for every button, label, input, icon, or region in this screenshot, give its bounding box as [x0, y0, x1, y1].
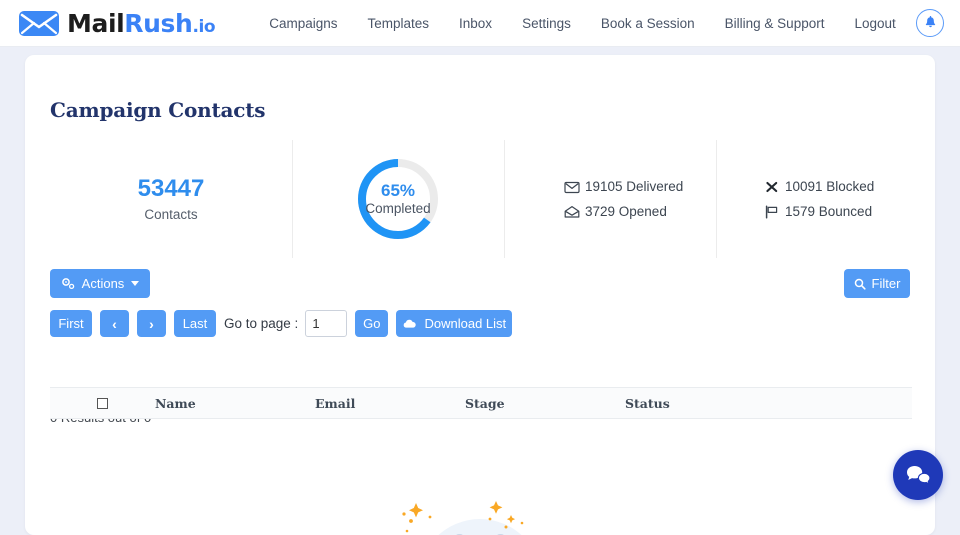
column-header-email[interactable]: Email: [315, 396, 465, 411]
stat-delivery: 19105 Delivered 3729 Opened: [504, 140, 716, 258]
empty-calendar-illustration: [380, 486, 580, 535]
prev-page-button[interactable]: ‹: [100, 310, 129, 337]
completion-label: Completed: [365, 201, 430, 216]
first-page-button[interactable]: First: [50, 310, 92, 337]
go-button[interactable]: Go: [355, 310, 388, 337]
download-list-label: Download List: [424, 316, 506, 331]
gears-icon: [61, 277, 75, 290]
opened-text: 3729 Opened: [585, 204, 667, 219]
notifications: [916, 9, 944, 37]
times-icon: [764, 180, 780, 194]
top-navbar: MailRush.io Campaigns Templates Inbox Se…: [0, 0, 960, 47]
brand-tld: .io: [192, 17, 215, 37]
completion-donut-chart: 65% Completed: [355, 156, 441, 242]
filter-button[interactable]: Filter: [844, 269, 910, 298]
column-header-stage[interactable]: Stage: [465, 396, 625, 411]
goto-page-label: Go to page :: [224, 316, 298, 331]
bell-icon: [924, 16, 937, 30]
next-page-button[interactable]: ›: [137, 310, 166, 337]
delivered-text: 19105 Delivered: [585, 179, 683, 194]
contacts-label: Contacts: [144, 207, 197, 222]
stats-summary: 53447 Contacts 65% Completed: [50, 140, 912, 258]
content-card: Campaign Contacts 53447 Contacts 65% Com…: [25, 55, 935, 535]
page-title: Campaign Contacts: [50, 98, 935, 122]
last-page-button[interactable]: Last: [174, 310, 216, 337]
contacts-value: 53447: [138, 176, 205, 202]
delivered-row: 19105 Delivered: [564, 179, 683, 194]
column-header-status[interactable]: Status: [625, 396, 785, 411]
envelope-open-icon: [564, 205, 580, 219]
donut-center-label: 65% Completed: [355, 156, 441, 242]
nav-item-templates[interactable]: Templates: [353, 16, 445, 31]
actions-label: Actions: [82, 276, 125, 291]
completion-percent: 65%: [381, 182, 415, 201]
envelope-closed-icon: [564, 180, 580, 194]
chevron-down-icon: [131, 281, 139, 286]
nav-links: Campaigns Templates Inbox Settings Book …: [254, 16, 911, 31]
actions-button[interactable]: Actions: [50, 269, 150, 298]
stat-issues: 10091 Blocked 1579 Bounced: [716, 140, 912, 258]
blocked-row: 10091 Blocked: [764, 179, 874, 194]
notification-button[interactable]: [916, 9, 944, 37]
bounced-text: 1579 Bounced: [785, 204, 872, 219]
nav-item-campaigns[interactable]: Campaigns: [254, 16, 352, 31]
brand-part2: Rush: [124, 9, 192, 38]
pagination-toolbar: First ‹ › Last Go to page : Go Download …: [50, 310, 512, 337]
search-icon: [854, 278, 866, 290]
goto-page-input[interactable]: [305, 310, 347, 337]
column-select-all: [50, 398, 155, 409]
brand-part1: Mail: [67, 9, 124, 38]
opened-row: 3729 Opened: [564, 204, 667, 219]
select-all-checkbox[interactable]: [97, 398, 108, 409]
nav-item-billing-support[interactable]: Billing & Support: [710, 16, 840, 31]
column-header-name[interactable]: Name: [155, 396, 315, 411]
nav-item-logout[interactable]: Logout: [839, 16, 910, 31]
download-list-button[interactable]: Download List: [396, 310, 512, 337]
brand-name: MailRush.io: [67, 9, 215, 38]
envelope-icon: [18, 9, 60, 38]
blocked-text: 10091 Blocked: [785, 179, 874, 194]
nav-item-book-a-session[interactable]: Book a Session: [586, 16, 710, 31]
stat-completion: 65% Completed: [292, 140, 504, 258]
chat-bubbles-icon: [905, 464, 932, 486]
flag-icon: [764, 205, 780, 219]
bounced-row: 1579 Bounced: [764, 204, 872, 219]
nav-item-settings[interactable]: Settings: [507, 16, 586, 31]
chat-widget-button[interactable]: [893, 450, 943, 500]
brand-logo-link[interactable]: MailRush.io: [18, 9, 215, 38]
nav-item-inbox[interactable]: Inbox: [444, 16, 507, 31]
empty-state-illustration: [380, 486, 580, 535]
filter-label: Filter: [872, 276, 901, 291]
table-header-row: Name Email Stage Status: [50, 387, 912, 419]
cloud-download-icon: [402, 318, 417, 330]
stat-contacts: 53447 Contacts: [50, 140, 292, 258]
contacts-table: Name Email Stage Status: [50, 387, 912, 419]
